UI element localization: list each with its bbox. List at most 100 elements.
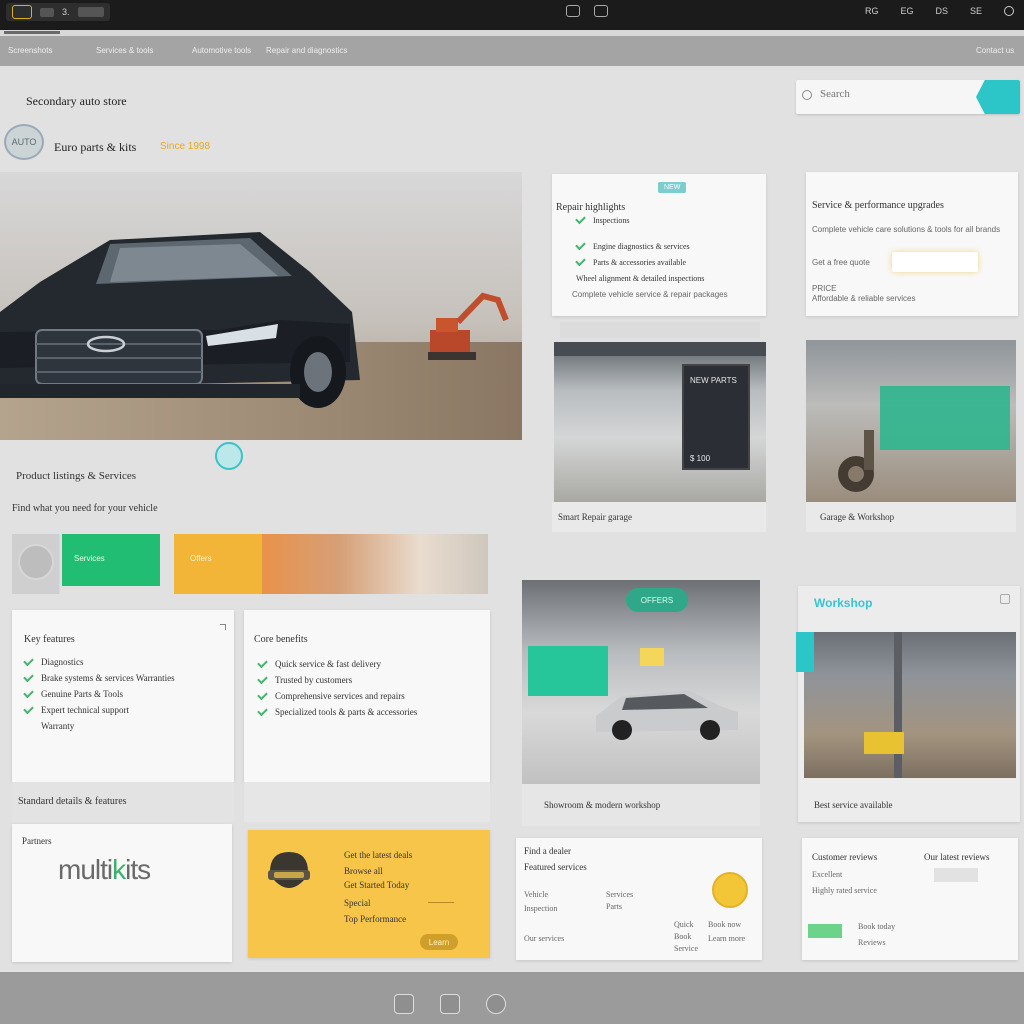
partner-logo-card: Partners multikits	[12, 824, 232, 962]
brand-name: Euro parts & kits	[54, 140, 137, 154]
promo-photo	[262, 534, 488, 594]
features-footer: Standard details & features	[12, 782, 234, 822]
list-item: Trusted by customers	[257, 672, 417, 688]
offers-tag[interactable]: OFFERS	[626, 588, 688, 612]
nav-link-4[interactable]: Repair and diagnostics	[266, 46, 347, 55]
list-item-label: Engine diagnostics & services	[593, 241, 690, 251]
check-icon	[23, 703, 34, 714]
titlebar-item-4[interactable]: SE	[970, 6, 982, 16]
list-item: Quick service & fast delivery	[257, 656, 417, 672]
deals-card: Get the latest deals Browse all Get Star…	[248, 830, 490, 958]
book-button[interactable]	[808, 924, 842, 938]
learn-button[interactable]: Learn	[420, 934, 458, 950]
list-item-label: Inspections	[593, 215, 630, 225]
offers-tab[interactable]: Offers	[174, 534, 262, 594]
list-item-label: Trusted by customers	[275, 675, 353, 685]
equipment	[864, 732, 904, 754]
car-illustration	[0, 232, 360, 408]
workshop-title: Workshop	[814, 596, 873, 610]
upgrades-note: Affordable & reliable services	[812, 294, 916, 303]
home-icon[interactable]	[394, 994, 414, 1014]
list-item: Engine diagnostics & services	[575, 238, 704, 254]
showroom-photo: OFFERS	[522, 580, 760, 784]
side-tab[interactable]	[796, 632, 814, 672]
price-sticker	[640, 648, 664, 666]
services-tab[interactable]: Services	[62, 534, 160, 586]
reviews-title-right: Our latest reviews	[924, 852, 990, 862]
dealer-col4-1[interactable]: Book now	[708, 920, 741, 929]
nav-link-contact[interactable]: Contact us	[976, 46, 1014, 55]
camera-icon[interactable]	[566, 5, 580, 17]
quote-input[interactable]	[892, 252, 978, 272]
deals-line-3: Get Started Today	[344, 880, 410, 890]
dealer-col1-1: Vehicle	[524, 890, 548, 899]
list-item	[576, 228, 704, 238]
pillar	[894, 632, 902, 778]
titlebar-item-3[interactable]: DS	[935, 6, 948, 16]
dealer-card: Find a dealer Featured services Vehicle …	[516, 838, 762, 960]
dealer-col4-2[interactable]: Learn more	[708, 934, 745, 943]
titlebar-label: 3.	[62, 7, 70, 17]
info-panel-top: NEW PARTS	[690, 376, 737, 385]
deals-line-4: Special	[344, 898, 371, 908]
garage-caption-bar: Smart Repair garage	[552, 502, 766, 532]
list-item-label: Diagnostics	[41, 657, 84, 667]
showroom-caption-bar: Showroom & modern workshop	[522, 784, 760, 826]
reviews-line-2: Highly rated service	[812, 886, 877, 895]
partner-logo-part: multi	[58, 854, 113, 885]
new-badge: NEW	[658, 182, 687, 193]
list-item: Expert technical support	[23, 702, 175, 718]
list-item-label: Comprehensive services and repairs	[275, 691, 405, 701]
list-item: Warranty	[24, 718, 175, 734]
section-heading: Product listings & Services	[16, 470, 137, 482]
garage-caption: Smart Repair garage	[558, 512, 632, 522]
titlebar-item-2[interactable]: EG	[900, 6, 913, 16]
top-navigation: Screenshots Services & tools Automotive …	[0, 36, 1024, 66]
bookmark-icon[interactable]	[1000, 594, 1010, 604]
check-icon	[23, 655, 34, 666]
check-icon	[575, 213, 586, 224]
search-icon	[802, 90, 812, 100]
carousel-indicator-icon[interactable]	[215, 442, 243, 470]
reviews-card: Customer reviews Our latest reviews Exce…	[802, 838, 1018, 960]
list-item: Inspections	[575, 212, 704, 228]
share-icon[interactable]	[440, 994, 460, 1014]
car-illustration	[596, 690, 738, 740]
dealer-col3-2: Book	[674, 932, 692, 941]
window-icon[interactable]	[594, 5, 608, 17]
brand-tagline: Since 1998	[160, 141, 211, 152]
titlebar-right-group: RG EG DS SE	[865, 6, 1014, 16]
titlebar-item-1[interactable]: RG	[865, 6, 879, 16]
workshop-caption: Garage & Workshop	[820, 512, 895, 522]
reviews-line-1: Excellent	[812, 870, 843, 879]
expand-icon[interactable]	[220, 624, 226, 630]
titlebar-field[interactable]	[77, 7, 104, 17]
chat-icon[interactable]	[486, 994, 506, 1014]
search-icon[interactable]	[1004, 6, 1014, 16]
page-content: Secondary auto store AUTO Euro parts & k…	[0, 66, 1024, 972]
check-icon	[257, 689, 268, 700]
nav-link-2[interactable]: Services & tools	[96, 46, 153, 55]
list-item: Diagnostics	[23, 654, 175, 670]
benefits-title: Core benefits	[254, 634, 308, 645]
nav-link-1[interactable]: Screenshots	[8, 46, 52, 55]
ceiling	[554, 342, 766, 356]
check-icon	[23, 671, 34, 682]
workshop-card: Workshop Best service available	[796, 586, 1020, 822]
list-item: Specialized tools & parts & accessories	[257, 704, 417, 720]
nav-link-3[interactable]: Automotive tools	[192, 46, 251, 55]
check-icon	[257, 705, 268, 716]
workshop-photo	[804, 632, 1016, 778]
brand-logo[interactable]: AUTO	[4, 124, 44, 160]
search-input[interactable]	[820, 88, 960, 100]
dealer-title: Find a dealer	[524, 846, 571, 856]
partner-logo[interactable]: multikits	[58, 854, 151, 886]
dealer-icon[interactable]	[712, 872, 748, 908]
dealer-col1-3: Our services	[524, 934, 565, 943]
dealer-col3-1: Quick	[674, 920, 694, 929]
titlebar-center-icons	[566, 5, 608, 17]
upgrades-quote-label: Get a free quote	[812, 258, 870, 267]
search-button[interactable]	[976, 80, 1020, 114]
stripe-mark	[4, 31, 60, 34]
rating-badge	[934, 868, 978, 882]
